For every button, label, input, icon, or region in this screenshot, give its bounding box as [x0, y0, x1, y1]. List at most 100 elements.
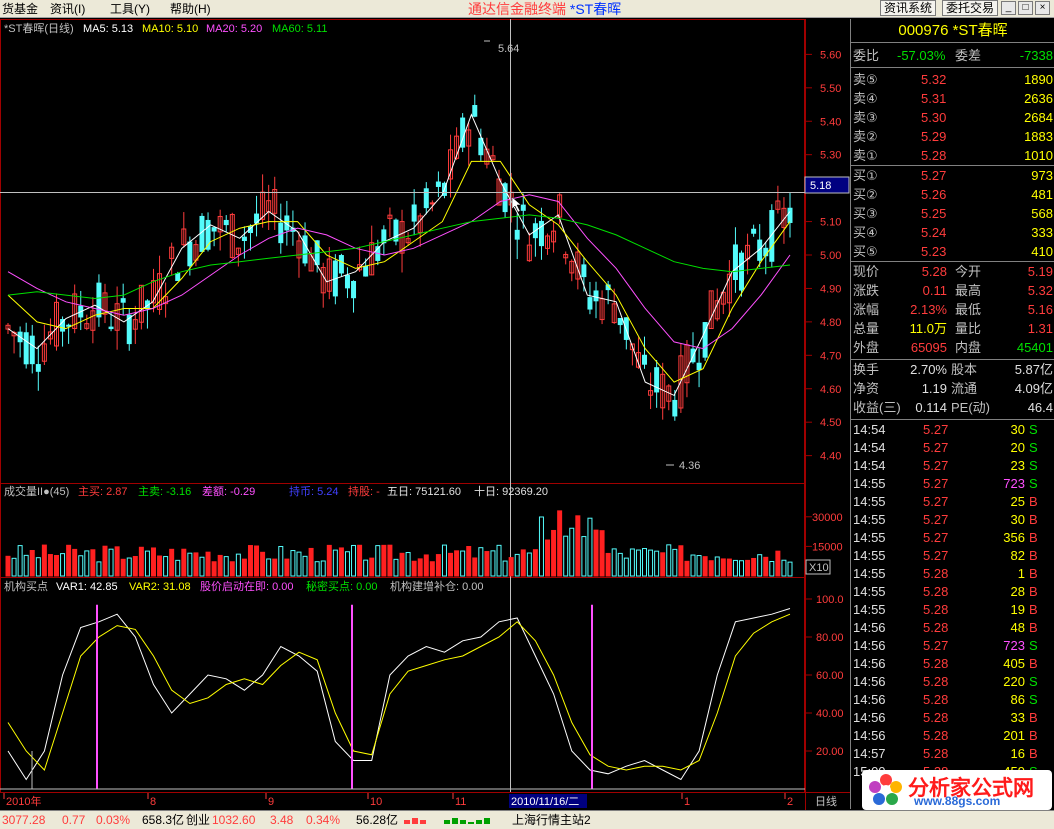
volume-bar: [260, 551, 266, 577]
volume-bar: [41, 544, 47, 577]
tick-volume: 82: [1010, 548, 1025, 563]
volume-bar: [399, 552, 405, 577]
quote-row: 总量 11.0万 量比 1.31: [851, 320, 1054, 338]
sell-order-row[interactable]: 卖① 5.28 1010: [851, 147, 1054, 165]
volume-bar: [745, 559, 751, 577]
tick-row[interactable]: 14:56 5.28 48 B: [851, 619, 1054, 637]
volume-bar: [53, 554, 59, 577]
cyb-name: 创业: [186, 813, 211, 827]
volume-bar: [429, 561, 435, 577]
candle: [569, 259, 575, 282]
tick-row[interactable]: 14:56 5.27 723 S: [851, 637, 1054, 655]
volume-bar: [672, 548, 678, 577]
volume-bar: [532, 549, 538, 577]
tick-row[interactable]: 14:55 5.28 1 B: [851, 565, 1054, 583]
tick-row[interactable]: 14:56 5.28 201 B: [851, 727, 1054, 745]
volume-bar: [708, 560, 714, 577]
volume-bar: [5, 555, 11, 577]
order-volume: 410: [1031, 244, 1053, 259]
tick-row[interactable]: 14:56 5.28 86 S: [851, 691, 1054, 709]
volume-bar: [545, 539, 551, 577]
menu-item-tools[interactable]: 工具(Y): [110, 1, 150, 17]
weicha-value: -7338: [1019, 48, 1053, 63]
volume-bar: [308, 547, 314, 577]
tick-row[interactable]: 14:57 5.28 16 B: [851, 745, 1054, 763]
close-icon[interactable]: ×: [1035, 1, 1050, 15]
candle-body: [393, 219, 399, 242]
maximize-icon[interactable]: □: [1018, 1, 1033, 15]
tick-time: 14:55: [853, 494, 886, 509]
menu-item-help[interactable]: 帮助(H): [170, 1, 211, 17]
volume-bar: [557, 510, 563, 577]
tick-price: 5.27: [923, 458, 949, 473]
tick-row[interactable]: 14:54 5.27 20 S: [851, 439, 1054, 457]
volume-bar: [320, 560, 326, 577]
divider: [851, 261, 1054, 262]
volume-bar: [217, 554, 223, 577]
volume-bar: [72, 548, 78, 577]
tick-row[interactable]: 14:56 5.28 405 B: [851, 655, 1054, 673]
quote-value: 11.0万: [909, 321, 947, 336]
buy-order-row[interactable]: 买④ 5.24 333: [851, 224, 1054, 242]
buy-order-row[interactable]: 买② 5.26 481: [851, 186, 1054, 204]
fund-value: 2.70%: [910, 362, 947, 377]
tick-volume: 86: [1010, 692, 1025, 707]
volume-bar: [144, 550, 150, 577]
period-label[interactable]: 日线: [815, 794, 837, 808]
tick-row[interactable]: 14:55 5.27 25 B: [851, 493, 1054, 511]
sell-order-row[interactable]: 卖⑤ 5.32 1890: [851, 71, 1054, 89]
sell-order-row[interactable]: 卖③ 5.30 2684: [851, 109, 1054, 127]
order-level: 买①: [853, 168, 878, 183]
tick-price: 5.27: [923, 548, 949, 563]
buy-order-row[interactable]: 买③ 5.25 568: [851, 205, 1054, 223]
volume-bar: [575, 515, 581, 577]
sell-order-row[interactable]: 卖② 5.29 1883: [851, 128, 1054, 146]
candle: [654, 359, 660, 408]
volume-bar: [654, 550, 660, 577]
buy-order-row[interactable]: 买① 5.27 973: [851, 167, 1054, 185]
tick-row[interactable]: 14:55 5.27 356 B: [851, 529, 1054, 547]
quote-label: 最高: [955, 283, 982, 298]
volume-bar: [726, 558, 732, 577]
chart-area[interactable]: *ST春晖(日线) MA5: 5.13 MA10: 5.10 MA20: 5.2…: [0, 19, 850, 810]
candle-body: [732, 244, 738, 281]
app-title-stock: *ST春晖: [569, 1, 622, 17]
order-volume: 1010: [1024, 148, 1053, 163]
volume-bar: [47, 554, 53, 577]
server-station[interactable]: 上海行情主站2: [512, 811, 591, 829]
candle: [211, 227, 217, 247]
trade-button[interactable]: 委托交易: [942, 0, 999, 16]
minimize-icon[interactable]: _: [1001, 1, 1016, 15]
volume-bar: [290, 550, 296, 577]
tick-row[interactable]: 14:55 5.27 723 S: [851, 475, 1054, 493]
tick-time: 14:55: [853, 602, 886, 617]
tick-row[interactable]: 14:54 5.27 30 S: [851, 421, 1054, 439]
tick-row[interactable]: 14:55 5.27 82 B: [851, 547, 1054, 565]
menu-item-info[interactable]: 资讯(I): [50, 1, 85, 17]
tick-volume: 16: [1010, 746, 1025, 761]
buy-order-row[interactable]: 买⑤ 5.23 410: [851, 243, 1054, 261]
tick-row[interactable]: 14:55 5.28 28 B: [851, 583, 1054, 601]
volume-bar: [435, 554, 441, 577]
tick-row[interactable]: 14:56 5.28 33 B: [851, 709, 1054, 727]
tick-row[interactable]: 14:55 5.28 19 B: [851, 601, 1054, 619]
candle: [23, 322, 29, 369]
info-system-button[interactable]: 资讯系统: [880, 0, 937, 16]
candle-body: [593, 290, 599, 302]
tick-price: 5.28: [923, 710, 949, 725]
tick-row[interactable]: 14:56 5.28 220 S: [851, 673, 1054, 691]
quote-label: 最低: [955, 302, 982, 317]
candle: [648, 372, 654, 410]
indicator-tick-label: 80.00: [816, 632, 844, 644]
app-title: 通达信金融终端 *ST春晖: [468, 0, 621, 18]
sell-order-row[interactable]: 卖④ 5.31 2636: [851, 90, 1054, 108]
menu-item-fund[interactable]: 货基金: [2, 1, 38, 17]
quote-label: 现价: [853, 264, 880, 279]
tick-row[interactable]: 14:55 5.27 30 B: [851, 511, 1054, 529]
candle-body: [435, 181, 441, 187]
date-axis: 2010年 8 9 10 11 1 2: [3, 793, 793, 808]
volume-bar: [132, 556, 138, 577]
quote-value: 65095: [910, 340, 947, 355]
tick-row[interactable]: 14:54 5.27 23 S: [851, 457, 1054, 475]
indicator-var1: VAR1: 42.85: [56, 581, 118, 593]
